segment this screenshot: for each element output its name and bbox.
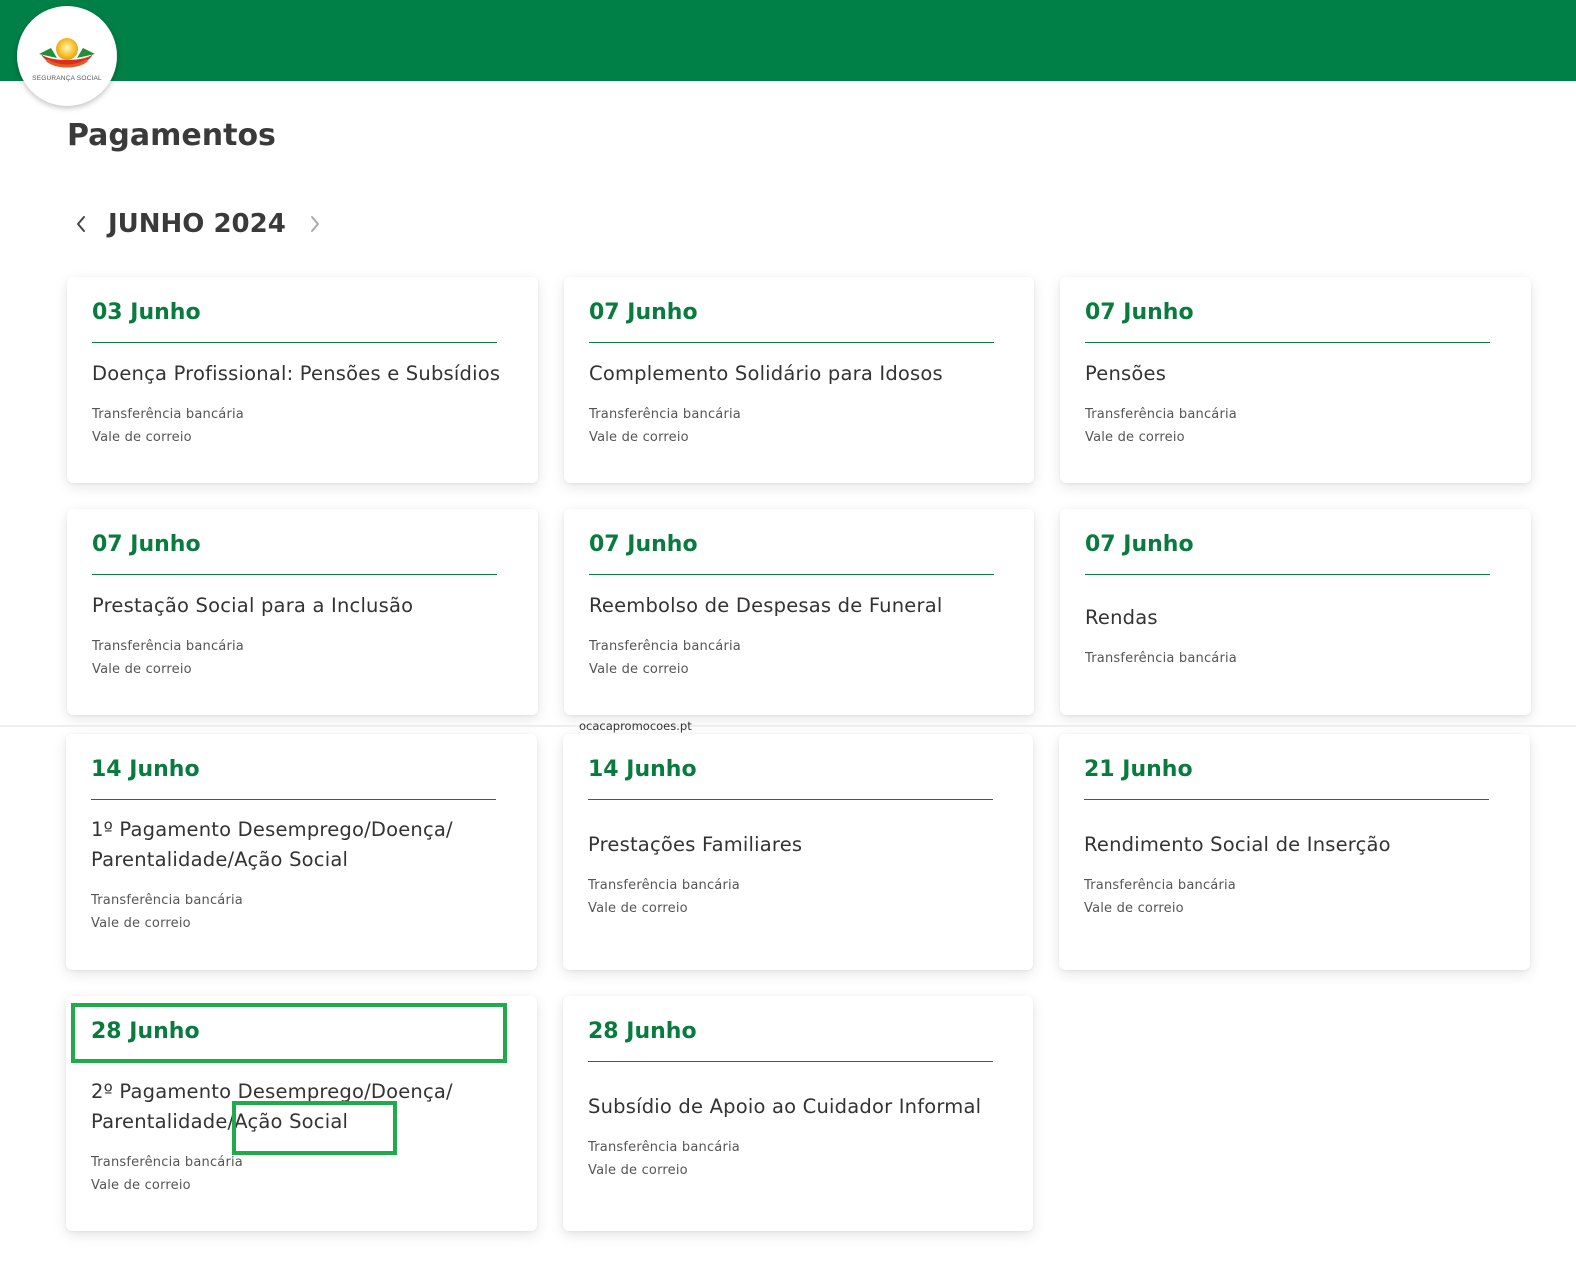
card-body: Subsídio de Apoio ao Cuidador Informal T… xyxy=(588,1062,1008,1212)
payment-method: Vale de correio xyxy=(92,662,192,677)
payment-method: Vale de correio xyxy=(91,1178,191,1193)
payment-method: Vale de correio xyxy=(588,901,688,916)
current-month-label: JUNHO 2024 xyxy=(108,209,286,239)
card-body: 1º Pagamento Desemprego/Doença/ Parental… xyxy=(91,800,512,950)
chevron-right-icon[interactable] xyxy=(302,209,328,239)
payment-method: Transferência bancária xyxy=(91,893,243,908)
payment-card[interactable]: 03 Junho Doença Profissional: Pensões e … xyxy=(67,277,538,483)
payment-card[interactable]: 07 Junho Complemento Solidário para Idos… xyxy=(564,277,1034,483)
payment-title-line: Parentalidade/Ação Social xyxy=(91,848,349,871)
page-title: Pagamentos xyxy=(67,118,276,153)
card-body: 2º Pagamento Desemprego/Doença/ Parental… xyxy=(91,1062,512,1212)
card-body: Pensões Transferência bancária Vale de c… xyxy=(1085,343,1506,465)
payment-methods: Transferência bancária Vale de correio xyxy=(589,635,1009,681)
payment-methods: Transferência bancária Vale de correio xyxy=(91,889,512,935)
payment-date: 07 Junho xyxy=(1085,529,1490,575)
payment-date: 21 Junho xyxy=(1084,754,1489,800)
payment-date: 07 Junho xyxy=(92,529,497,575)
payment-card[interactable]: 14 Junho 1º Pagamento Desemprego/Doença/… xyxy=(66,734,537,970)
payment-method: Vale de correio xyxy=(1084,901,1184,916)
payment-card[interactable]: 28 Junho Subsídio de Apoio ao Cuidador I… xyxy=(563,996,1033,1231)
payment-methods: Transferência bancária Vale de correio xyxy=(1085,403,1506,449)
chevron-left-icon[interactable] xyxy=(68,209,94,239)
payment-title: Doença Profissional: Pensões e Subsídios xyxy=(92,362,501,385)
payment-method: Vale de correio xyxy=(588,1163,688,1178)
card-body: Rendas Transferência bancária xyxy=(1085,575,1506,697)
watermark-text: ocacapromocoes.pt xyxy=(579,719,692,733)
payment-methods: Transferência bancária Vale de correio xyxy=(91,1151,512,1197)
payment-title: Rendas xyxy=(1085,605,1158,629)
payment-method: Vale de correio xyxy=(1085,430,1185,445)
payment-methods: Transferência bancária Vale de correio xyxy=(1084,874,1505,920)
payment-method: Transferência bancária xyxy=(588,878,740,893)
payment-method: Transferência bancária xyxy=(589,639,741,654)
payment-date: 14 Junho xyxy=(588,754,993,800)
seguranca-social-logo[interactable]: SEGURANÇA SOCIAL xyxy=(17,6,117,106)
payment-title: Prestações Familiares xyxy=(588,833,803,856)
payment-method: Transferência bancária xyxy=(92,407,244,422)
payment-method: Transferência bancária xyxy=(1084,878,1236,893)
payment-method: Transferência bancária xyxy=(1085,407,1237,422)
card-body: Complemento Solidário para Idosos Transf… xyxy=(589,343,1009,465)
payment-card[interactable]: 07 Junho Rendas Transferência bancária xyxy=(1060,509,1531,715)
payment-card[interactable]: 28 Junho 2º Pagamento Desemprego/Doença/… xyxy=(66,996,537,1231)
payment-method: Vale de correio xyxy=(589,430,689,445)
payment-title: Subsídio de Apoio ao Cuidador Informal xyxy=(588,1095,982,1118)
payment-methods: Transferência bancária Vale de correio xyxy=(588,874,1008,920)
payment-methods: Transferência bancária Vale de correio xyxy=(92,635,513,681)
payment-title-line: 2º Pagamento Desemprego/Doença/ xyxy=(91,1080,453,1103)
payment-methods: Transferência bancária xyxy=(1085,647,1506,670)
payment-card[interactable]: 07 Junho Pensões Transferência bancária … xyxy=(1060,277,1531,483)
payment-methods: Transferência bancária Vale de correio xyxy=(589,403,1009,449)
sun-emblem-icon xyxy=(39,38,95,68)
payment-date: 03 Junho xyxy=(92,297,497,343)
payment-date: 28 Junho xyxy=(91,1016,496,1062)
section-divider xyxy=(0,725,1576,727)
payment-date: 14 Junho xyxy=(91,754,496,800)
payment-card[interactable]: 21 Junho Rendimento Social de Inserção T… xyxy=(1059,734,1530,970)
month-navigation: JUNHO 2024 xyxy=(68,202,328,246)
payment-methods: Transferência bancária Vale de correio xyxy=(92,403,513,449)
payment-method: Transferência bancária xyxy=(1085,650,1237,666)
payment-title: Complemento Solidário para Idosos xyxy=(589,362,943,385)
card-body: Reembolso de Despesas de Funeral Transfe… xyxy=(589,575,1009,697)
payment-title: Pensões xyxy=(1085,362,1167,385)
payment-method: Vale de correio xyxy=(589,662,689,677)
card-body: Doença Profissional: Pensões e Subsídios… xyxy=(92,343,513,465)
payment-date: 28 Junho xyxy=(588,1016,993,1062)
payment-title-line: Parentalidade/Ação Social xyxy=(91,1110,349,1133)
payment-title: Rendimento Social de Inserção xyxy=(1084,833,1391,856)
payment-method: Transferência bancária xyxy=(92,639,244,654)
payment-date: 07 Junho xyxy=(589,529,994,575)
payment-card[interactable]: 14 Junho Prestações Familiares Transferê… xyxy=(563,734,1033,970)
payment-method: Transferência bancária xyxy=(589,407,741,422)
payment-title: Reembolso de Despesas de Funeral xyxy=(589,594,943,617)
card-body: Prestações Familiares Transferência banc… xyxy=(588,800,1008,950)
payment-date: 07 Junho xyxy=(589,297,994,343)
payment-method: Vale de correio xyxy=(91,916,191,931)
card-body: Rendimento Social de Inserção Transferên… xyxy=(1084,800,1505,950)
payment-title: Prestação Social para a Inclusão xyxy=(92,594,414,617)
payment-card[interactable]: 07 Junho Reembolso de Despesas de Funera… xyxy=(564,509,1034,715)
top-header-bar xyxy=(0,0,1576,81)
payment-method: Vale de correio xyxy=(92,430,192,445)
payment-title-line: 1º Pagamento Desemprego/Doença/ xyxy=(91,818,453,841)
payment-method: Transferência bancária xyxy=(91,1155,243,1170)
payment-date: 07 Junho xyxy=(1085,297,1490,343)
payment-card[interactable]: 07 Junho Prestação Social para a Inclusã… xyxy=(67,509,538,715)
logo-text: SEGURANÇA SOCIAL xyxy=(32,75,102,82)
card-body: Prestação Social para a Inclusão Transfe… xyxy=(92,575,513,697)
payment-methods: Transferência bancária Vale de correio xyxy=(588,1136,1008,1182)
payment-method: Transferência bancária xyxy=(588,1140,740,1155)
